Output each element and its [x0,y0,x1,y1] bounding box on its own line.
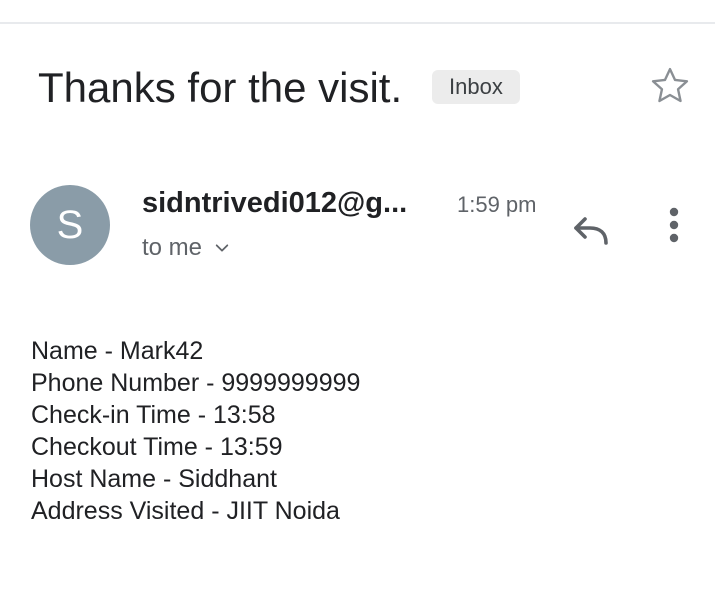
body-line-checkin: Check-in Time - 13:58 [31,401,276,429]
body-line-host: Host Name - Siddhant [31,465,277,493]
top-divider [0,22,715,24]
reply-icon[interactable] [566,204,614,252]
body-line-phone: Phone Number - 9999999999 [31,369,361,397]
inbox-label-chip[interactable]: Inbox [432,70,520,104]
body-line-address: Address Visited - JIIT Noida [31,497,340,525]
sender-avatar[interactable]: S [30,185,110,265]
email-body: Name - Mark42 Phone Number - 9999999999 … [31,335,360,527]
star-icon[interactable] [648,64,692,108]
recipient-details-toggle[interactable]: to me [142,231,230,265]
email-subject: Thanks for the visit. [38,64,403,111]
more-vert-icon[interactable] [658,203,690,249]
body-line-checkout: Checkout Time - 13:59 [31,433,283,461]
email-time: 1:59 pm [457,192,537,217]
chevron-down-icon [215,244,229,252]
body-line-name: Name - Mark42 [31,337,204,365]
sender-address[interactable]: sidntrivedi012@g... [142,184,407,222]
recipient-label: to me [142,234,203,261]
